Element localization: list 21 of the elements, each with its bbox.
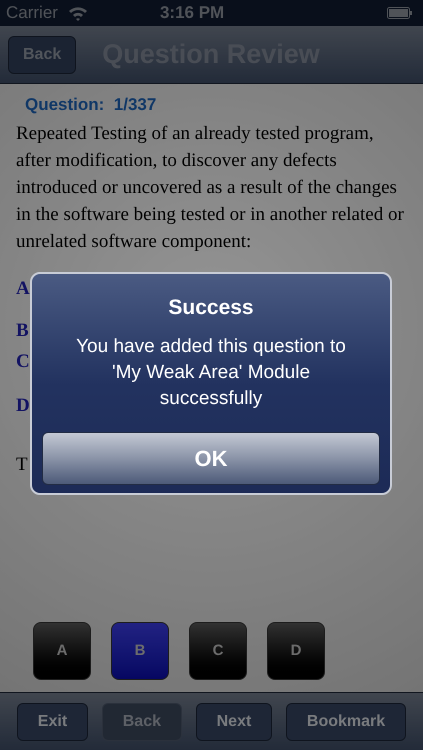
wifi-icon	[68, 6, 88, 20]
toolbar-button[interactable]: Next	[196, 702, 272, 740]
alert-message: You have added this question to 'My Weak Area' Module successfully	[75, 334, 347, 410]
ok-button[interactable]: OK	[42, 432, 380, 485]
tips-label: T	[16, 452, 28, 476]
time-text: 3:16 PM	[160, 2, 224, 24]
answer-button[interactable]: B	[111, 622, 169, 680]
option-letter: B	[16, 319, 29, 343]
question-text: Repeated Testing of an already tested program, after modification, to discover any defects introduced or uncovered as a result of the changes in the software being tested or in another related or unrelated software component:	[16, 122, 405, 254]
toolbar-button[interactable]: Exit	[16, 702, 88, 740]
option-letter: D	[16, 394, 30, 418]
question-number: Question: 1/337	[25, 94, 158, 116]
answer-button[interactable]: C	[189, 622, 247, 680]
answer-button[interactable]: A	[33, 622, 91, 680]
alert-title: Success	[168, 295, 254, 321]
toolbar-button[interactable]: Bookmark	[286, 702, 406, 740]
option-letter: A	[16, 276, 30, 300]
carrier-text: Carrier	[6, 2, 58, 24]
option-letter: C	[16, 350, 30, 374]
battery-icon	[387, 7, 413, 19]
answer-button[interactable]: D	[267, 622, 325, 680]
